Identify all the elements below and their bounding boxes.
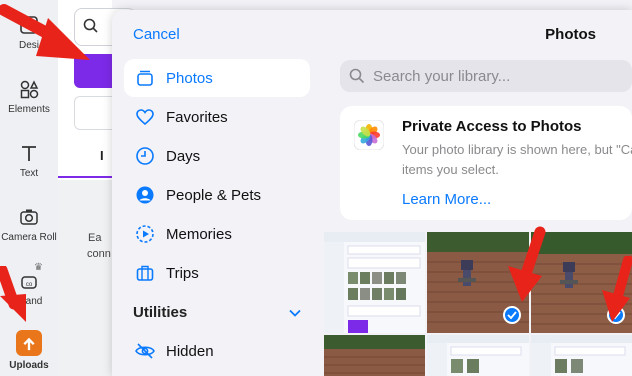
text-icon — [22, 146, 36, 161]
empty-state-area — [58, 180, 118, 376]
rail-label: Elements — [8, 104, 50, 115]
photo-thumbnail[interactable] — [531, 335, 632, 376]
photo-thumbnail[interactable] — [324, 232, 425, 333]
rail-label: Uploads — [9, 360, 49, 371]
sidebar-item-label: Hidden — [166, 342, 214, 360]
tab-label: I — [100, 148, 104, 163]
heart-icon — [134, 106, 156, 128]
search-input[interactable] — [371, 66, 615, 86]
learn-more-link[interactable]: Learn More... — [402, 191, 491, 208]
photos-app-icon — [354, 120, 384, 150]
sidebar-item-favorites[interactable]: Favorites — [124, 98, 310, 136]
section-header-utilities[interactable]: Utilities — [133, 304, 187, 321]
photo-grid — [324, 232, 632, 376]
empty-state-text: Ea conn — [87, 232, 111, 260]
chevron-down-icon[interactable] — [288, 306, 302, 320]
annotation-arrow — [602, 256, 632, 322]
upload-icon — [16, 330, 42, 356]
sidebar-item-label: Memories — [166, 225, 232, 243]
rail-item-uploads[interactable]: Uploads — [0, 330, 58, 371]
card-body: Your photo library is shown here, but "C… — [402, 142, 632, 177]
photos-picker-sheet: Cancel Photos Favorites Days People & Pe… — [112, 10, 632, 376]
cancel-button[interactable]: Cancel — [133, 26, 180, 43]
search-icon — [349, 68, 365, 84]
rail-label: Text — [19, 168, 39, 179]
sidebar-item-days[interactable]: Days — [124, 137, 310, 175]
private-access-card: Private Access to Photos Your photo libr… — [340, 106, 632, 220]
sidebar-item-label: Photos — [166, 69, 213, 87]
eye-slash-icon — [134, 340, 156, 362]
picker-main: Photos Private Access to Photos — [324, 10, 632, 376]
suitcase-icon — [134, 262, 156, 284]
rail-item-text[interactable]: Text — [0, 142, 58, 179]
annotation-arrow — [0, 4, 90, 60]
page-title: Photos — [545, 26, 596, 43]
elements-icon — [20, 80, 39, 99]
sidebar-item-label: Trips — [166, 264, 199, 282]
rail-item-camera-roll[interactable]: Camera Roll — [0, 206, 58, 243]
annotation-arrow — [508, 226, 546, 302]
memories-icon — [134, 223, 156, 245]
selected-check-icon — [503, 306, 521, 324]
camera-icon — [20, 209, 38, 225]
rail-item-elements[interactable]: Elements — [0, 78, 58, 115]
annotation-arrow — [0, 266, 26, 322]
picker-sidebar: Cancel Photos Favorites Days People & Pe… — [112, 10, 324, 376]
sidebar-item-label: People & Pets — [166, 186, 262, 204]
card-title: Private Access to Photos — [402, 118, 582, 135]
photo-thumbnail[interactable] — [324, 335, 425, 376]
sidebar-item-label: Days — [166, 147, 201, 165]
sidebar-item-memories[interactable]: Memories — [124, 215, 310, 253]
person-circle-icon — [134, 184, 156, 206]
sidebar-item-people-pets[interactable]: People & Pets — [124, 176, 310, 214]
sidebar-item-photos[interactable]: Photos — [124, 59, 310, 97]
photos-icon — [134, 67, 156, 89]
rail-label: Camera Roll — [1, 232, 57, 243]
sidebar-item-hidden[interactable]: Hidden — [124, 332, 310, 370]
tab-images[interactable] — [58, 136, 118, 178]
library-search[interactable] — [340, 60, 632, 92]
sidebar-item-trips[interactable]: Trips — [124, 254, 310, 292]
clock-icon — [134, 145, 156, 167]
photo-thumbnail[interactable] — [427, 335, 529, 376]
crown-icon: ♛ — [34, 262, 43, 273]
sidebar-item-label: Favorites — [166, 108, 228, 126]
